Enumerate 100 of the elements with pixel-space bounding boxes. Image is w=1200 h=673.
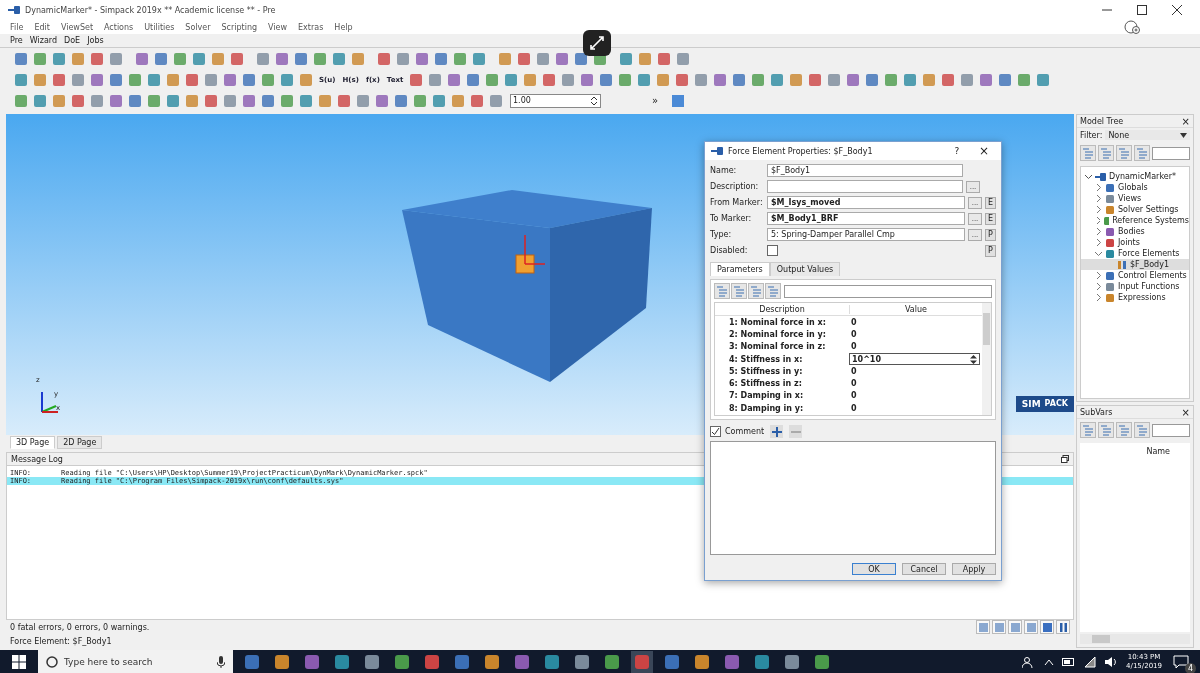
log-toolbar-button[interactable]: [1008, 620, 1022, 634]
text-field[interactable]: $M_Body1_BRF: [767, 212, 965, 225]
parameter-value[interactable]: 0: [849, 342, 857, 352]
search-field[interactable]: [784, 284, 992, 298]
text-field[interactable]: [767, 180, 963, 193]
search-field[interactable]: [1152, 423, 1190, 437]
toolbar-overflow-button[interactable]: »: [652, 95, 659, 106]
dialog-button[interactable]: OK: [852, 563, 896, 575]
horizontal-scrollbar[interactable]: [1080, 634, 1190, 644]
wifi-icon[interactable]: [1084, 655, 1097, 668]
filter-dropdown[interactable]: None: [1105, 130, 1190, 140]
dialog-tab[interactable]: Parameters: [710, 262, 770, 276]
panel-close-button[interactable]: ×: [1181, 115, 1190, 127]
parameter-value[interactable]: 0: [849, 317, 857, 327]
value-spin-field[interactable]: 10^10: [849, 353, 980, 366]
tree-item[interactable]: DynamicMarker*: [1081, 171, 1189, 182]
menu-item[interactable]: Utilities: [144, 22, 175, 32]
parameter-filter-button[interactable]: [714, 283, 730, 299]
parameter-value[interactable]: 0: [849, 329, 857, 339]
page-tab[interactable]: 2D Page: [57, 436, 103, 450]
menu-item[interactable]: View: [268, 22, 288, 32]
subvars-filter-button[interactable]: [1080, 422, 1096, 438]
taskbar-app-icon[interactable]: [631, 650, 653, 673]
menu-item[interactable]: Help: [334, 22, 353, 32]
text-field[interactable]: $M_Isys_moved: [767, 196, 965, 209]
taskbar-search-field[interactable]: Type here to search: [38, 650, 233, 673]
menu-item[interactable]: Jobs: [87, 36, 104, 45]
tree-filter-button[interactable]: [1080, 145, 1096, 161]
parameter-value[interactable]: 0: [849, 403, 857, 413]
tree-item[interactable]: Solver Settings: [1081, 204, 1189, 215]
column-header: Value: [904, 304, 928, 314]
dialog-tab[interactable]: Output Values: [769, 262, 841, 276]
menu-item[interactable]: ViewSet: [60, 22, 93, 32]
subvars-filter-button[interactable]: [1134, 422, 1150, 438]
dialog-button[interactable]: Apply: [952, 563, 996, 575]
subvars-filter-button[interactable]: [1116, 422, 1132, 438]
dialog-button[interactable]: Cancel: [902, 563, 946, 575]
tree-item[interactable]: Reference Systems: [1081, 215, 1189, 226]
tree-item[interactable]: Expressions: [1081, 292, 1189, 303]
tree-item[interactable]: Views: [1081, 193, 1189, 204]
menu-item[interactable]: Actions: [104, 22, 134, 32]
log-toolbar-button[interactable]: [976, 620, 990, 634]
field-label: Description:: [710, 182, 760, 191]
menu-item[interactable]: File: [10, 22, 24, 32]
panel-close-button[interactable]: ×: [1181, 406, 1190, 418]
add-button[interactable]: [770, 425, 784, 438]
comment-checkbox[interactable]: [710, 426, 721, 437]
menu-item[interactable]: Wizard: [29, 36, 57, 45]
menu-item[interactable]: Edit: [34, 22, 50, 32]
tree-item[interactable]: $F_Body1: [1081, 259, 1189, 270]
pause-button[interactable]: [1056, 620, 1070, 634]
dropdown-arrow-icon: [1180, 132, 1187, 138]
speaker-icon[interactable]: [1104, 655, 1119, 668]
parameter-filter-button[interactable]: [765, 283, 781, 299]
text-field[interactable]: $F_Body1: [767, 164, 963, 177]
checkbox-label: Comment: [725, 427, 765, 436]
log-toolbar-button[interactable]: [1024, 620, 1038, 634]
side-button[interactable]: P: [985, 244, 996, 257]
tree-label: Force Elements: [1118, 249, 1180, 258]
remove-button[interactable]: [789, 425, 803, 438]
tree-item[interactable]: Bodies: [1081, 226, 1189, 237]
text-field[interactable]: 5: Spring-Damper Parallel Cmp: [767, 228, 965, 241]
side-button[interactable]: E: [985, 212, 996, 225]
menu-item[interactable]: Solver: [185, 22, 211, 32]
help-button[interactable]: ?: [946, 146, 968, 156]
parameter-name: 3: Nominal force in z:: [728, 342, 827, 352]
battery-icon[interactable]: [1062, 657, 1077, 666]
zoom-field[interactable]: 1.00: [510, 93, 601, 108]
tree-filter-button[interactable]: [1098, 145, 1114, 161]
menu-item[interactable]: Extras: [298, 22, 324, 32]
tree-filter-button[interactable]: [1116, 145, 1132, 161]
float-icon[interactable]: [1061, 455, 1069, 464]
menu-item[interactable]: Pre: [10, 36, 23, 45]
tree-item[interactable]: Control Elements: [1081, 270, 1189, 281]
tree-item[interactable]: Joints: [1081, 237, 1189, 248]
chevron-up-icon[interactable]: [1044, 657, 1055, 666]
close-button[interactable]: ×: [973, 144, 995, 158]
page-tab[interactable]: 3D Page: [10, 436, 56, 450]
subvars-filter-button[interactable]: [1098, 422, 1114, 438]
menu-item[interactable]: Scripting: [221, 22, 258, 32]
parameter-value[interactable]: 0: [849, 366, 857, 376]
vertical-scrollbar[interactable]: [982, 303, 991, 415]
side-button[interactable]: P: [985, 228, 996, 241]
log-toolbar-button[interactable]: [1040, 620, 1054, 634]
parameter-value[interactable]: 0: [849, 379, 857, 389]
close-icon: [1172, 5, 1182, 15]
tree-item[interactable]: Input Functions: [1081, 281, 1189, 292]
side-button[interactable]: E: [985, 196, 996, 209]
parameter-filter-button[interactable]: [748, 283, 764, 299]
tree-label: Views: [1118, 194, 1142, 203]
parameter-value[interactable]: 0: [849, 391, 857, 401]
windows-start-icon[interactable]: [12, 654, 26, 669]
spin-arrows-icon: [590, 95, 598, 106]
parameter-filter-button[interactable]: [731, 283, 747, 299]
tree-item[interactable]: Force Elements: [1081, 248, 1189, 259]
search-field[interactable]: [1152, 146, 1190, 160]
tree-filter-button[interactable]: [1134, 145, 1150, 161]
log-toolbar-button[interactable]: [992, 620, 1006, 634]
menu-item[interactable]: DoE: [64, 36, 81, 45]
tree-item[interactable]: Globals: [1081, 182, 1189, 193]
